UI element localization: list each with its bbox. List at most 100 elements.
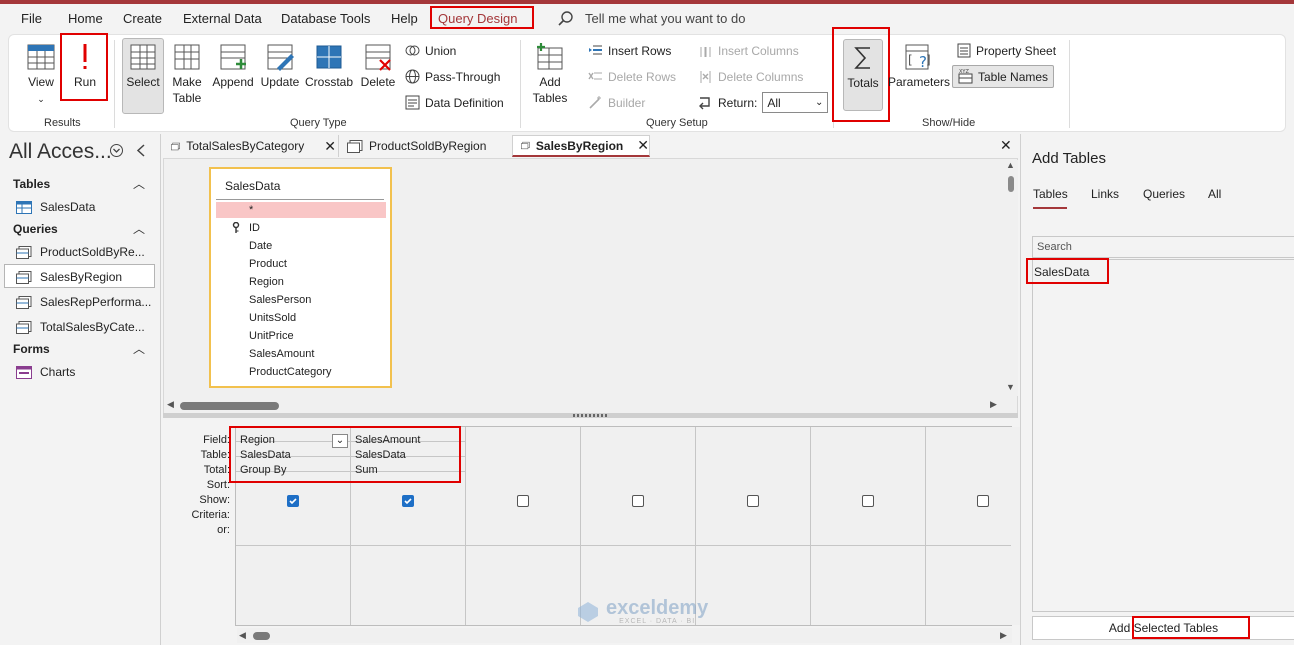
insert-columns-button[interactable]: Insert Columns <box>698 43 799 58</box>
show-checkbox[interactable] <box>747 495 759 507</box>
nav-title[interactable]: All Acces... <box>9 140 112 164</box>
crosstab-button[interactable]: Crosstab <box>304 42 354 90</box>
chevron-down-icon[interactable]: ⌄ <box>332 434 348 448</box>
append-button[interactable]: Append <box>211 42 255 90</box>
field-item[interactable]: Product <box>249 258 287 270</box>
chevron-up-icon[interactable]: ︿ <box>133 175 145 192</box>
tab-totalsalesbycategory[interactable]: TotalSalesByCategory ✕ <box>163 135 336 157</box>
field-item[interactable]: SalesPerson <box>249 294 311 306</box>
field-item[interactable]: UnitPrice <box>249 330 294 342</box>
grid-column[interactable] <box>811 427 926 625</box>
grid-column[interactable] <box>581 427 696 625</box>
menu-query-design[interactable]: Query Design <box>438 11 517 26</box>
collapse-pane-icon[interactable] <box>135 143 147 158</box>
field-item[interactable]: Region <box>249 276 284 288</box>
field-item[interactable]: UnitsSold <box>249 312 296 324</box>
update-button[interactable]: Update <box>259 42 301 90</box>
scroll-down-arrow-icon[interactable]: ▼ <box>1006 382 1015 392</box>
property-sheet-button[interactable]: Property Sheet <box>957 43 1056 58</box>
nav-item-charts[interactable]: Charts <box>16 365 75 379</box>
scroll-thumb[interactable] <box>180 402 279 410</box>
show-checkbox[interactable] <box>632 495 644 507</box>
show-checkbox[interactable] <box>977 495 989 507</box>
grid-horizontal-scrollbar[interactable]: ◀ ▶ <box>237 628 1012 643</box>
return-dropdown[interactable]: All ⌄ <box>762 92 829 113</box>
delete-rows-button[interactable]: Delete Rows <box>588 69 676 84</box>
scroll-thumb[interactable] <box>253 632 270 640</box>
nav-section-queries[interactable]: Queries <box>13 222 58 236</box>
nav-item-productsoldbyregion[interactable]: ProductSoldByRe... <box>16 245 145 259</box>
nav-item-salesdata[interactable]: SalesData <box>16 200 95 214</box>
list-item-salesdata[interactable]: SalesData <box>1034 265 1089 279</box>
splitter-grip-icon[interactable] <box>573 414 609 417</box>
tell-me-box[interactable]: Tell me what you want to do <box>585 11 745 26</box>
insert-rows-button[interactable]: Insert Rows <box>588 43 671 58</box>
tab-links[interactable]: Links <box>1091 187 1119 201</box>
scroll-left-arrow-icon[interactable]: ◀ <box>239 630 246 641</box>
upper-vertical-scrollbar[interactable]: ▲ ▼ <box>1004 160 1018 396</box>
tab-tables[interactable]: Tables <box>1033 187 1068 201</box>
table-names-button[interactable]: XYZ Table Names <box>952 65 1055 88</box>
add-tables-button[interactable]: Add Tables <box>530 42 570 106</box>
tab-all[interactable]: All <box>1208 187 1221 201</box>
view-button[interactable]: View ⌄ <box>22 42 60 107</box>
close-icon[interactable]: ✕ <box>324 138 336 155</box>
scroll-thumb[interactable] <box>1008 176 1014 192</box>
nav-section-tables[interactable]: Tables <box>13 177 50 191</box>
table-cell[interactable]: SalesData <box>240 449 291 461</box>
chevron-up-icon[interactable]: ︿ <box>133 340 145 357</box>
show-checkbox[interactable] <box>517 495 529 507</box>
field-item[interactable]: SalesAmount <box>249 348 314 360</box>
show-checkbox[interactable] <box>402 495 414 507</box>
grid-column[interactable] <box>696 427 811 625</box>
total-cell[interactable]: Group By <box>240 464 286 476</box>
delete-button[interactable]: Delete <box>358 42 398 90</box>
scroll-right-arrow-icon[interactable]: ▶ <box>990 399 997 410</box>
nav-section-forms[interactable]: Forms <box>13 342 50 356</box>
field-item[interactable]: Date <box>249 240 272 252</box>
menu-file[interactable]: File <box>21 11 42 26</box>
field-item[interactable]: * <box>249 204 253 216</box>
tab-productsoldbyregion[interactable]: ProductSoldByRegion <box>338 135 511 157</box>
data-definition-button[interactable]: Data Definition <box>405 95 504 110</box>
totals-button[interactable]: Totals <box>843 39 883 111</box>
upper-horizontal-scrollbar[interactable]: ◀ ▶ <box>165 398 1003 412</box>
show-checkbox[interactable] <box>287 495 299 507</box>
nav-item-totalsalesbycategory[interactable]: TotalSalesByCate... <box>16 320 145 334</box>
close-icon[interactable]: ✕ <box>637 137 649 154</box>
salesdata-field-list[interactable]: SalesData * ID Date Product Region Sales… <box>209 167 392 388</box>
add-tables-search-input[interactable]: Search <box>1032 236 1294 258</box>
menu-help[interactable]: Help <box>391 11 418 26</box>
run-button[interactable]: Run <box>68 42 102 90</box>
field-cell[interactable]: SalesAmount <box>355 434 420 446</box>
pass-through-button[interactable]: Pass-Through <box>405 69 500 84</box>
nav-item-salesbyregion[interactable]: SalesByRegion <box>16 270 122 284</box>
field-cell[interactable]: Region <box>240 434 275 446</box>
nav-menu-chevron-icon[interactable] <box>109 143 124 158</box>
parameters-button[interactable]: ?[] Parameters <box>888 42 950 90</box>
show-checkbox[interactable] <box>862 495 874 507</box>
scroll-up-arrow-icon[interactable]: ▲ <box>1006 160 1015 170</box>
add-selected-tables-button[interactable]: Add Selected Tables <box>1032 616 1294 640</box>
menu-create[interactable]: Create <box>123 11 162 26</box>
delete-columns-button[interactable]: Delete Columns <box>698 69 803 84</box>
close-icon[interactable]: ✕ <box>1000 137 1012 154</box>
menu-database-tools[interactable]: Database Tools <box>281 11 370 26</box>
tab-salesbyregion[interactable]: SalesByRegion ✕ <box>512 135 650 157</box>
total-cell[interactable]: Sum <box>355 464 378 476</box>
grid-column[interactable] <box>466 427 581 625</box>
scroll-left-arrow-icon[interactable]: ◀ <box>167 399 174 410</box>
union-button[interactable]: Union <box>405 43 456 58</box>
nav-item-salesrepperformance[interactable]: SalesRepPerforma... <box>16 295 151 309</box>
chevron-up-icon[interactable]: ︿ <box>133 220 145 237</box>
table-cell[interactable]: SalesData <box>355 449 406 461</box>
scroll-right-arrow-icon[interactable]: ▶ <box>1000 630 1007 641</box>
field-item[interactable]: ID <box>249 222 260 234</box>
menu-external-data[interactable]: External Data <box>183 11 262 26</box>
menu-home[interactable]: Home <box>68 11 103 26</box>
tab-queries[interactable]: Queries <box>1143 187 1185 201</box>
builder-button[interactable]: Builder <box>588 95 645 110</box>
field-item[interactable]: ProductCategory <box>249 366 332 378</box>
select-button[interactable]: Select <box>122 38 164 114</box>
make-table-button[interactable]: Make Table <box>168 42 206 106</box>
